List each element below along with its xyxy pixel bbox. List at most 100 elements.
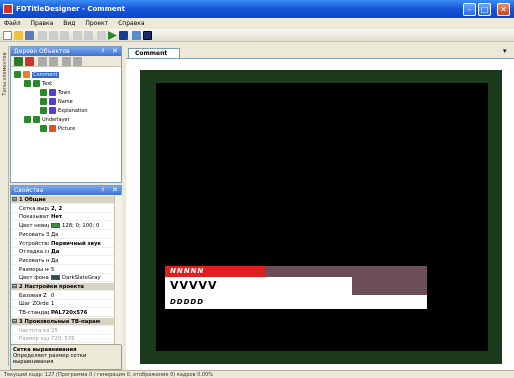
- property-value[interactable]: Да: [51, 231, 114, 238]
- explanation-plate[interactable]: [165, 295, 427, 309]
- tree-node-town[interactable]: Town: [40, 89, 71, 97]
- tree-panel-title: Дерево Объектов: [14, 48, 70, 55]
- property-category[interactable]: ⊟ 3 Произвольные ТВ-парам: [11, 317, 114, 326]
- property-value[interactable]: Нет: [51, 213, 114, 220]
- property-row[interactable]: Рисовать неДа: [11, 257, 114, 265]
- property-value[interactable]: Первичный звук: [51, 240, 114, 247]
- open-icon[interactable]: [14, 31, 23, 40]
- pause-icon[interactable]: [119, 31, 128, 40]
- props-scrollbar[interactable]: [114, 195, 122, 345]
- property-value-text: Первичный звук: [51, 240, 101, 247]
- maximize-button[interactable]: □: [478, 3, 491, 16]
- pin-icon[interactable]: ♯: [101, 47, 104, 56]
- move-up-icon[interactable]: [38, 57, 47, 66]
- toggle-icon[interactable]: [24, 116, 31, 123]
- edit-icon[interactable]: [73, 57, 82, 66]
- add-node-icon[interactable]: [14, 57, 23, 66]
- cut-icon[interactable]: [38, 31, 47, 40]
- property-row[interactable]: Размер кадр720, 576: [11, 335, 114, 344]
- menu-edit[interactable]: Правка: [27, 18, 58, 29]
- tree-node-text[interactable]: Text: [24, 80, 52, 88]
- paste-icon[interactable]: [60, 31, 69, 40]
- tree-node-underlayer[interactable]: Underlayer: [24, 116, 70, 124]
- property-value[interactable]: 2, 2: [51, 205, 114, 212]
- close-icon[interactable]: ✕: [112, 186, 118, 195]
- window-title: FDTitleDesigner - Comment: [0, 0, 514, 18]
- property-category[interactable]: ⊟ 1 Общие: [11, 196, 114, 204]
- delete-node-icon[interactable]: [25, 57, 34, 66]
- new-icon[interactable]: [3, 31, 12, 40]
- document-tabbar: [126, 46, 514, 57]
- property-name: 1 Общие: [19, 197, 46, 203]
- canvas-frame[interactable]: [156, 83, 488, 351]
- menu-project[interactable]: Проект: [81, 18, 112, 29]
- explanation-text[interactable]: DDDDD: [170, 296, 204, 308]
- property-name: Шаг ZOrder: [19, 301, 49, 308]
- props-icon[interactable]: [62, 57, 71, 66]
- toggle-icon[interactable]: [24, 80, 31, 87]
- property-description: Сетка выравнивания Определяет размер сет…: [11, 344, 121, 369]
- object-tree-panel: Дерево Объектов ♯ ✕ Comment Text Town Na…: [10, 46, 122, 183]
- property-row[interactable]: Частота кад25: [11, 327, 114, 335]
- menu-file[interactable]: Файл: [0, 18, 25, 29]
- property-name: 3 Произвольные ТВ-парам: [19, 318, 101, 325]
- property-value[interactable]: 25: [51, 327, 114, 334]
- copy-icon[interactable]: [49, 31, 58, 40]
- property-value-text: 5: [51, 266, 55, 273]
- toggle-icon[interactable]: [40, 125, 47, 132]
- property-value[interactable]: 5: [51, 266, 114, 273]
- property-row[interactable]: Цвет фона DarkSlateGray: [11, 274, 114, 283]
- close-button[interactable]: ✕: [497, 3, 510, 16]
- pin-icon[interactable]: ♯: [101, 186, 104, 195]
- name-text[interactable]: VVVVV: [170, 278, 218, 294]
- collapse-icon[interactable]: ⊟: [12, 283, 17, 290]
- menu-view[interactable]: Вид: [59, 18, 79, 29]
- property-value[interactable]: 720, 576: [51, 335, 114, 342]
- property-row[interactable]: Размеры не 5: [11, 266, 114, 274]
- property-category[interactable]: ⊟ 2 Настройки проекта: [11, 283, 114, 291]
- property-row[interactable]: Показывать Нет: [11, 213, 114, 222]
- property-value[interactable]: Да: [51, 248, 114, 255]
- toggle-icon[interactable]: [40, 107, 47, 114]
- property-value[interactable]: Да: [51, 257, 114, 264]
- move-down-icon[interactable]: [49, 57, 58, 66]
- grid-icon[interactable]: [132, 31, 141, 40]
- preview-icon[interactable]: [143, 31, 152, 40]
- tree-node-name[interactable]: Name: [40, 98, 73, 106]
- redo-icon[interactable]: [84, 31, 93, 40]
- toggle-icon[interactable]: [14, 71, 21, 78]
- toggle-icon[interactable]: [40, 98, 47, 105]
- stop-icon[interactable]: [97, 31, 106, 40]
- tree-node-comment[interactable]: Comment: [14, 71, 59, 79]
- undo-icon[interactable]: [73, 31, 82, 40]
- property-row[interactable]: Отладка скрДа: [11, 248, 114, 257]
- tree-node-explanation[interactable]: Explanation: [40, 107, 88, 115]
- property-name: ТВ-стандарт: [19, 310, 49, 317]
- property-row[interactable]: Базовая Z ко0: [11, 292, 114, 300]
- property-row[interactable]: Сетка вырав2, 2: [11, 205, 114, 213]
- menu-help[interactable]: Справка: [114, 18, 148, 29]
- toggle-icon[interactable]: [40, 89, 47, 96]
- property-row[interactable]: Рисовать ЭлДа: [11, 231, 114, 239]
- save-icon[interactable]: [25, 31, 34, 40]
- property-name: Рисовать не: [19, 257, 49, 264]
- property-row[interactable]: Шаг ZOrder 1: [11, 300, 114, 309]
- property-row[interactable]: ТВ-стандартPAL720x576: [11, 309, 114, 318]
- property-value[interactable]: 1: [51, 300, 114, 307]
- town-text[interactable]: NNNNN: [170, 267, 204, 276]
- collapse-icon[interactable]: ⊟: [12, 318, 17, 325]
- collapse-icon[interactable]: ⊟: [12, 196, 17, 203]
- property-value[interactable]: 128; 0; 100; 0: [51, 222, 114, 229]
- minimize-button[interactable]: –: [463, 3, 476, 16]
- property-value[interactable]: PAL720x576: [51, 309, 114, 316]
- property-value[interactable]: DarkSlateGray: [51, 274, 114, 281]
- close-icon[interactable]: ✕: [112, 47, 118, 56]
- property-value[interactable]: 0: [51, 292, 114, 299]
- tree-node-picture[interactable]: Picture: [40, 125, 75, 133]
- tab-comment[interactable]: Comment: [128, 48, 180, 58]
- property-row[interactable]: Цвет невиди 128; 0; 100; 0: [11, 222, 114, 231]
- tab-list-icon[interactable]: ▾: [503, 47, 507, 55]
- group-icon: [33, 116, 40, 123]
- property-row[interactable]: Устройство IПервичный звук: [11, 240, 114, 248]
- play-icon[interactable]: [108, 31, 117, 40]
